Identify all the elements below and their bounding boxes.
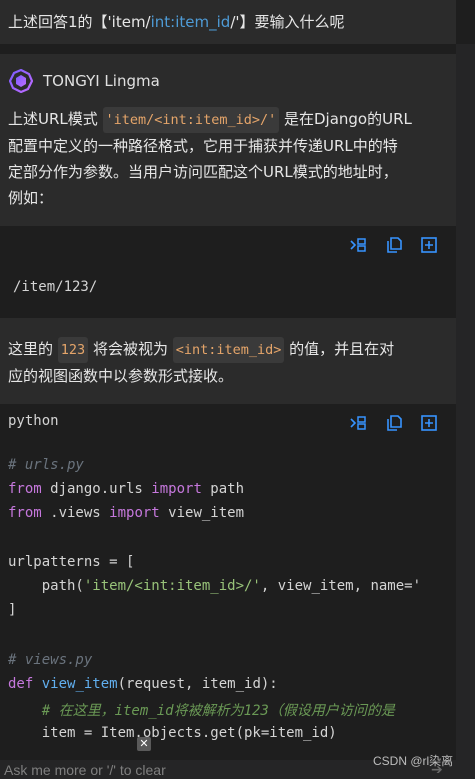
code-name: path — [201, 481, 245, 497]
user-message-text: 上述回答1的【'item/int:item_id/'】要输入什么呢 — [8, 11, 345, 32]
answer-paragraph-2: 这里的 123 将会被视为 <int:item_id> 的值，并且在对 应的视图… — [0, 318, 456, 404]
close-icon[interactable]: ✕ — [137, 737, 151, 751]
code-name: view_item — [159, 505, 245, 521]
para1-line1-post: 是在Django的URL — [279, 110, 412, 128]
code-line: from .views import view_item — [8, 505, 244, 521]
inline-code-123: 123 — [57, 337, 89, 363]
inline-code-int-item-id: <int:item_id> — [172, 337, 285, 363]
para2-line2: 应的视图函数中以参数形式接收。 — [8, 367, 234, 385]
chat-input[interactable] — [4, 761, 364, 778]
code-line: ] — [8, 602, 17, 618]
tongyi-logo-icon — [8, 68, 34, 94]
code-keyword: import — [109, 505, 160, 521]
code-line: item = Item.objects.get(pk=item_id) — [8, 725, 337, 741]
code-text: , view_item, name=' — [260, 578, 422, 594]
code-language-label: python — [8, 413, 59, 429]
code-text: path( — [8, 578, 84, 594]
assistant-name: TONGYI Lingma — [43, 72, 160, 90]
code-line: def view_item(request, item_id): — [8, 676, 278, 692]
code-keyword: from — [8, 505, 42, 521]
assistant-answer-card: TONGYI Lingma 上述URL模式 'item/<int:item_id… — [0, 54, 456, 226]
para2-line1-mid: 将会被视为 — [88, 340, 173, 358]
code-line: path('item/<int:item_id>/', view_item, n… — [8, 578, 421, 594]
code-block-example-path: /item/123/ — [0, 226, 456, 318]
code-line: # urls.py — [8, 457, 84, 473]
example-path-text: /item/123/ — [13, 279, 98, 295]
code-line: # views.py — [8, 652, 93, 668]
new-file-icon[interactable] — [420, 414, 438, 432]
user-message-highlight: int:item_id — [150, 13, 231, 31]
user-message: 上述回答1的【'item/int:item_id/'】要输入什么呢 — [0, 0, 456, 44]
code-module: .views — [41, 505, 110, 521]
para2-line1-pre: 这里的 — [8, 340, 58, 358]
copy-icon[interactable] — [385, 236, 403, 254]
new-file-icon[interactable] — [420, 236, 438, 254]
insert-code-icon[interactable] — [349, 414, 367, 432]
para1-line2: 配置中定义的一种路径格式，它用于捕获并传递URL中的特 — [8, 137, 398, 155]
copy-icon[interactable] — [385, 414, 403, 432]
code-keyword: import — [151, 481, 202, 497]
para1-line3: 定部分作为参数。当用户访问匹配这个URL模式的地址时， — [8, 163, 398, 181]
code-string: 'item/<int:item_id>/' — [83, 578, 261, 594]
para1-line1-pre: 上述URL模式 — [8, 110, 103, 128]
code-line: from django.urls import path — [8, 481, 244, 497]
code-keyword: def — [8, 676, 34, 692]
send-icon[interactable]: ➔ — [431, 762, 447, 778]
code-function: view_item — [33, 676, 118, 692]
inline-code-url-pattern: 'item/<int:item_id>/' — [102, 107, 280, 133]
code-block-python: python # urls.py from django.urls import… — [0, 404, 456, 760]
scrollbar-track[interactable] — [456, 44, 475, 760]
code-module: django.urls — [41, 481, 152, 497]
code-keyword: from — [8, 481, 42, 497]
user-message-prefix: 上述回答1的【'item/ — [8, 13, 151, 31]
para1-line4: 例如： — [8, 189, 54, 207]
code-text: (request, item_id): — [117, 676, 278, 692]
para2-line1-post: 的值，并且在对 — [284, 340, 395, 358]
code-line: urlpatterns = [ — [8, 554, 135, 570]
user-message-suffix: /'】要输入什么呢 — [230, 13, 345, 31]
insert-code-icon[interactable] — [349, 236, 367, 254]
answer-paragraph: 上述URL模式 'item/<int:item_id>/' 是在Django的U… — [8, 106, 448, 211]
code-line: # 在这里，item_id将被解析为123（假设用户访问的是 — [8, 703, 395, 719]
